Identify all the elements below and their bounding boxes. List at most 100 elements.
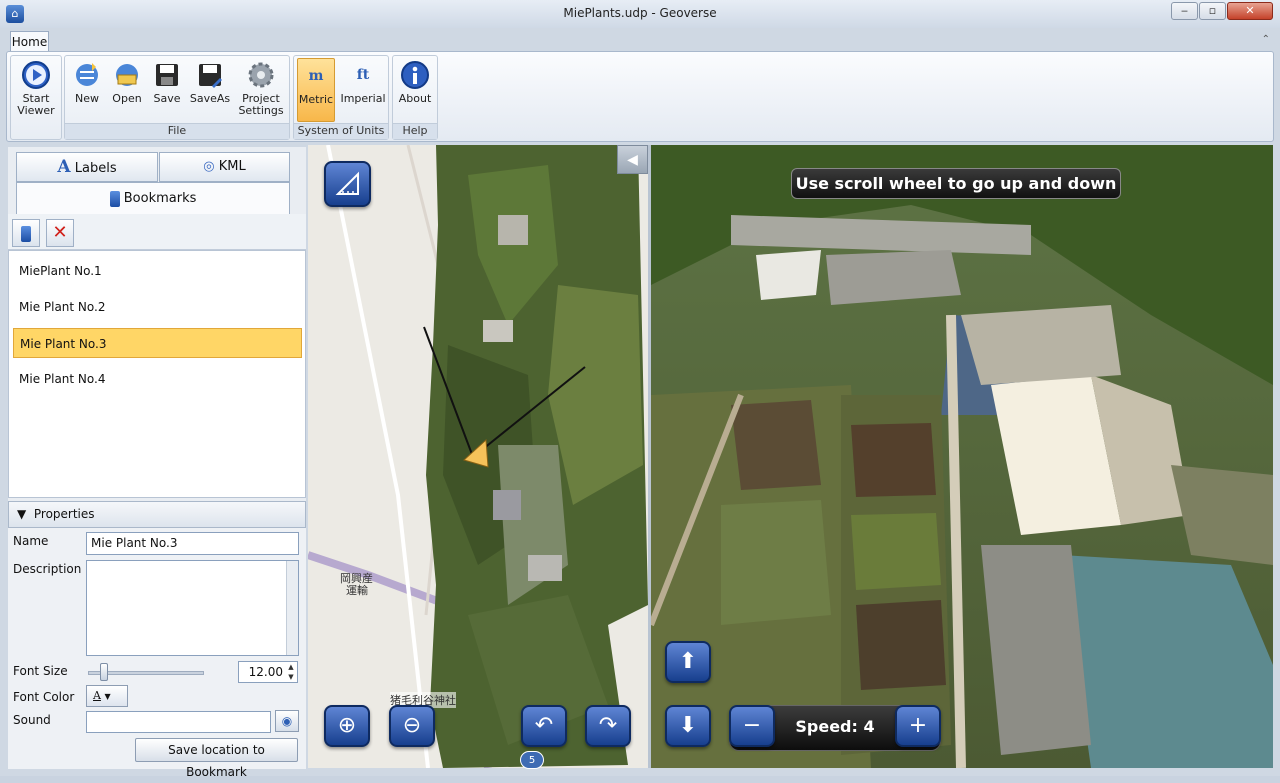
- font-size-slider-thumb[interactable]: [100, 663, 108, 681]
- down-arrow-icon: ⬇: [678, 713, 698, 738]
- group-file-label: File: [65, 123, 289, 139]
- group-help-label: Help: [393, 123, 437, 139]
- properties-header[interactable]: ▼ Properties: [8, 501, 306, 528]
- maximize-button[interactable]: ▫: [1199, 2, 1226, 20]
- play-icon: [22, 61, 50, 89]
- font-color-icon: A: [93, 689, 101, 702]
- bookmark-list: MiePlant No.1 Mie Plant No.2 Mie Plant No.…: [8, 250, 306, 498]
- properties-title: Properties: [33, 507, 95, 521]
- font-size-label: Font Size: [13, 664, 68, 678]
- about-button[interactable]: About: [396, 58, 434, 122]
- tab-labels[interactable]: A Labels: [16, 152, 158, 182]
- imperial-button[interactable]: ft Imperial: [339, 58, 387, 122]
- plus-icon: +: [908, 713, 928, 738]
- start-viewer-label: Start Viewer: [17, 92, 55, 117]
- tab-labels-text: Labels: [74, 161, 117, 176]
- move-up-button[interactable]: ⬆: [665, 641, 711, 683]
- group-help: About Help: [392, 55, 438, 140]
- saveas-label: SaveAs: [189, 92, 231, 105]
- tab-kml[interactable]: ◎ KML: [159, 152, 290, 182]
- project-settings-button[interactable]: Project Settings: [235, 58, 287, 122]
- zoom-in-button[interactable]: ⊕: [324, 705, 370, 747]
- bookmark-item[interactable]: Mie Plant No.3: [13, 328, 302, 358]
- save-button[interactable]: Save: [149, 58, 185, 122]
- ribbon: Start Viewer New Open Save SaveAs Projec…: [6, 51, 1274, 142]
- font-color-label: Font Color: [13, 690, 75, 704]
- dropdown-arrow-icon: ▼: [104, 692, 111, 701]
- minimize-button[interactable]: ‒: [1171, 2, 1198, 20]
- close-button[interactable]: ✕: [1227, 2, 1273, 20]
- kml-globe-icon: ◎: [203, 159, 215, 174]
- start-viewer-button[interactable]: Start Viewer: [13, 58, 59, 122]
- ribbon-collapse-icon[interactable]: ⌃: [1262, 34, 1270, 45]
- project-settings-label: Project Settings: [238, 92, 284, 117]
- description-label: Description: [13, 562, 82, 576]
- tab-bookmarks-text: Bookmarks: [123, 191, 197, 206]
- info-icon: [401, 61, 429, 89]
- rotate-left-icon: ↶: [534, 713, 554, 738]
- metric-button[interactable]: m Metric: [297, 58, 335, 122]
- floppy-disk-icon: [156, 64, 178, 86]
- map-label-2: 運輸: [346, 584, 368, 597]
- browse-sound-button[interactable]: ◉: [275, 710, 299, 732]
- zoom-out-button[interactable]: ⊖: [389, 705, 435, 747]
- nav-left-button[interactable]: ◀: [617, 145, 648, 174]
- collapse-triangle-icon: ▼: [17, 507, 27, 521]
- about-label: About: [398, 92, 432, 105]
- bookmark-item[interactable]: MiePlant No.1: [13, 256, 302, 286]
- font-size-spinner[interactable]: ▲ ▼: [285, 662, 297, 682]
- browse-icon: ◉: [281, 714, 293, 728]
- save-label: Save: [153, 92, 181, 105]
- tab-bookmarks[interactable]: Bookmarks: [16, 182, 290, 216]
- new-button[interactable]: New: [69, 58, 105, 122]
- map-route-badge: 5: [520, 751, 544, 769]
- name-field[interactable]: Mie Plant No.3: [86, 532, 299, 555]
- map-canvas: [308, 145, 649, 768]
- tab-kml-text: KML: [218, 159, 246, 174]
- description-scrollbar[interactable]: [286, 561, 298, 655]
- zoom-out-icon: ⊖: [402, 713, 422, 738]
- gear-icon: [248, 62, 274, 88]
- bookmark-icon: [109, 190, 120, 207]
- new-label: New: [75, 92, 99, 105]
- speed-increase-button[interactable]: +: [895, 705, 941, 747]
- ribbon-tabs: Home ⌃: [0, 28, 1280, 52]
- name-label: Name: [13, 534, 49, 548]
- delete-icon: ✕: [52, 222, 68, 243]
- new-project-icon: [76, 63, 98, 86]
- bookmark-toolbar: ✕: [8, 214, 306, 250]
- add-bookmark-button[interactable]: [12, 219, 40, 247]
- map-2d-view[interactable]: 岡興産 運輸 猪毛利谷神社: [308, 145, 649, 768]
- open-button[interactable]: Open: [109, 58, 145, 122]
- imperial-label: Imperial: [340, 92, 386, 105]
- scroll-hint-banner: Use scroll wheel to go up and down: [791, 168, 1121, 199]
- properties-panel: Name Mie Plant No.3 Description Font Siz…: [8, 528, 306, 779]
- move-down-button[interactable]: ⬇: [665, 705, 711, 747]
- bookmark-item[interactable]: Mie Plant No.2: [13, 292, 302, 322]
- minus-icon: −: [742, 713, 762, 738]
- group-units: m Metric ft Imperial System of Units: [293, 55, 389, 140]
- 3d-view[interactable]: [651, 145, 1273, 768]
- save-location-bookmark-button[interactable]: Save location to Bookmark: [135, 738, 298, 779]
- title-bar: ⌂ MiePlants.udp - Geoverse ‒ ▫ ✕: [0, 0, 1280, 28]
- group-viewer: Start Viewer: [10, 55, 62, 140]
- left-panel: A Labels ◎ KML Bookmarks ✕ MiePlant No.1…: [8, 147, 306, 779]
- delete-bookmark-button[interactable]: ✕: [46, 219, 74, 247]
- speed-decrease-button[interactable]: −: [729, 705, 775, 747]
- sound-label: Sound: [13, 713, 51, 727]
- labels-icon: A: [57, 157, 71, 177]
- description-field[interactable]: [86, 560, 299, 656]
- sound-field[interactable]: [86, 711, 271, 733]
- font-color-picker[interactable]: A ▼: [86, 685, 128, 707]
- rotate-right-button[interactable]: ↷: [585, 705, 631, 747]
- add-bookmark-icon: [21, 225, 31, 242]
- bookmark-item[interactable]: Mie Plant No.4: [13, 364, 302, 394]
- zoom-in-icon: ⊕: [337, 713, 357, 738]
- metric-icon: m: [308, 68, 324, 84]
- app-window: ⌂ MiePlants.udp - Geoverse ‒ ▫ ✕ Home ⌃ …: [0, 0, 1280, 779]
- saveas-button[interactable]: SaveAs: [189, 58, 231, 122]
- ruler-icon: [335, 171, 359, 195]
- rotate-left-button[interactable]: ↶: [521, 705, 567, 747]
- tab-home[interactable]: Home: [10, 31, 49, 52]
- measure-tool-button[interactable]: [324, 161, 371, 207]
